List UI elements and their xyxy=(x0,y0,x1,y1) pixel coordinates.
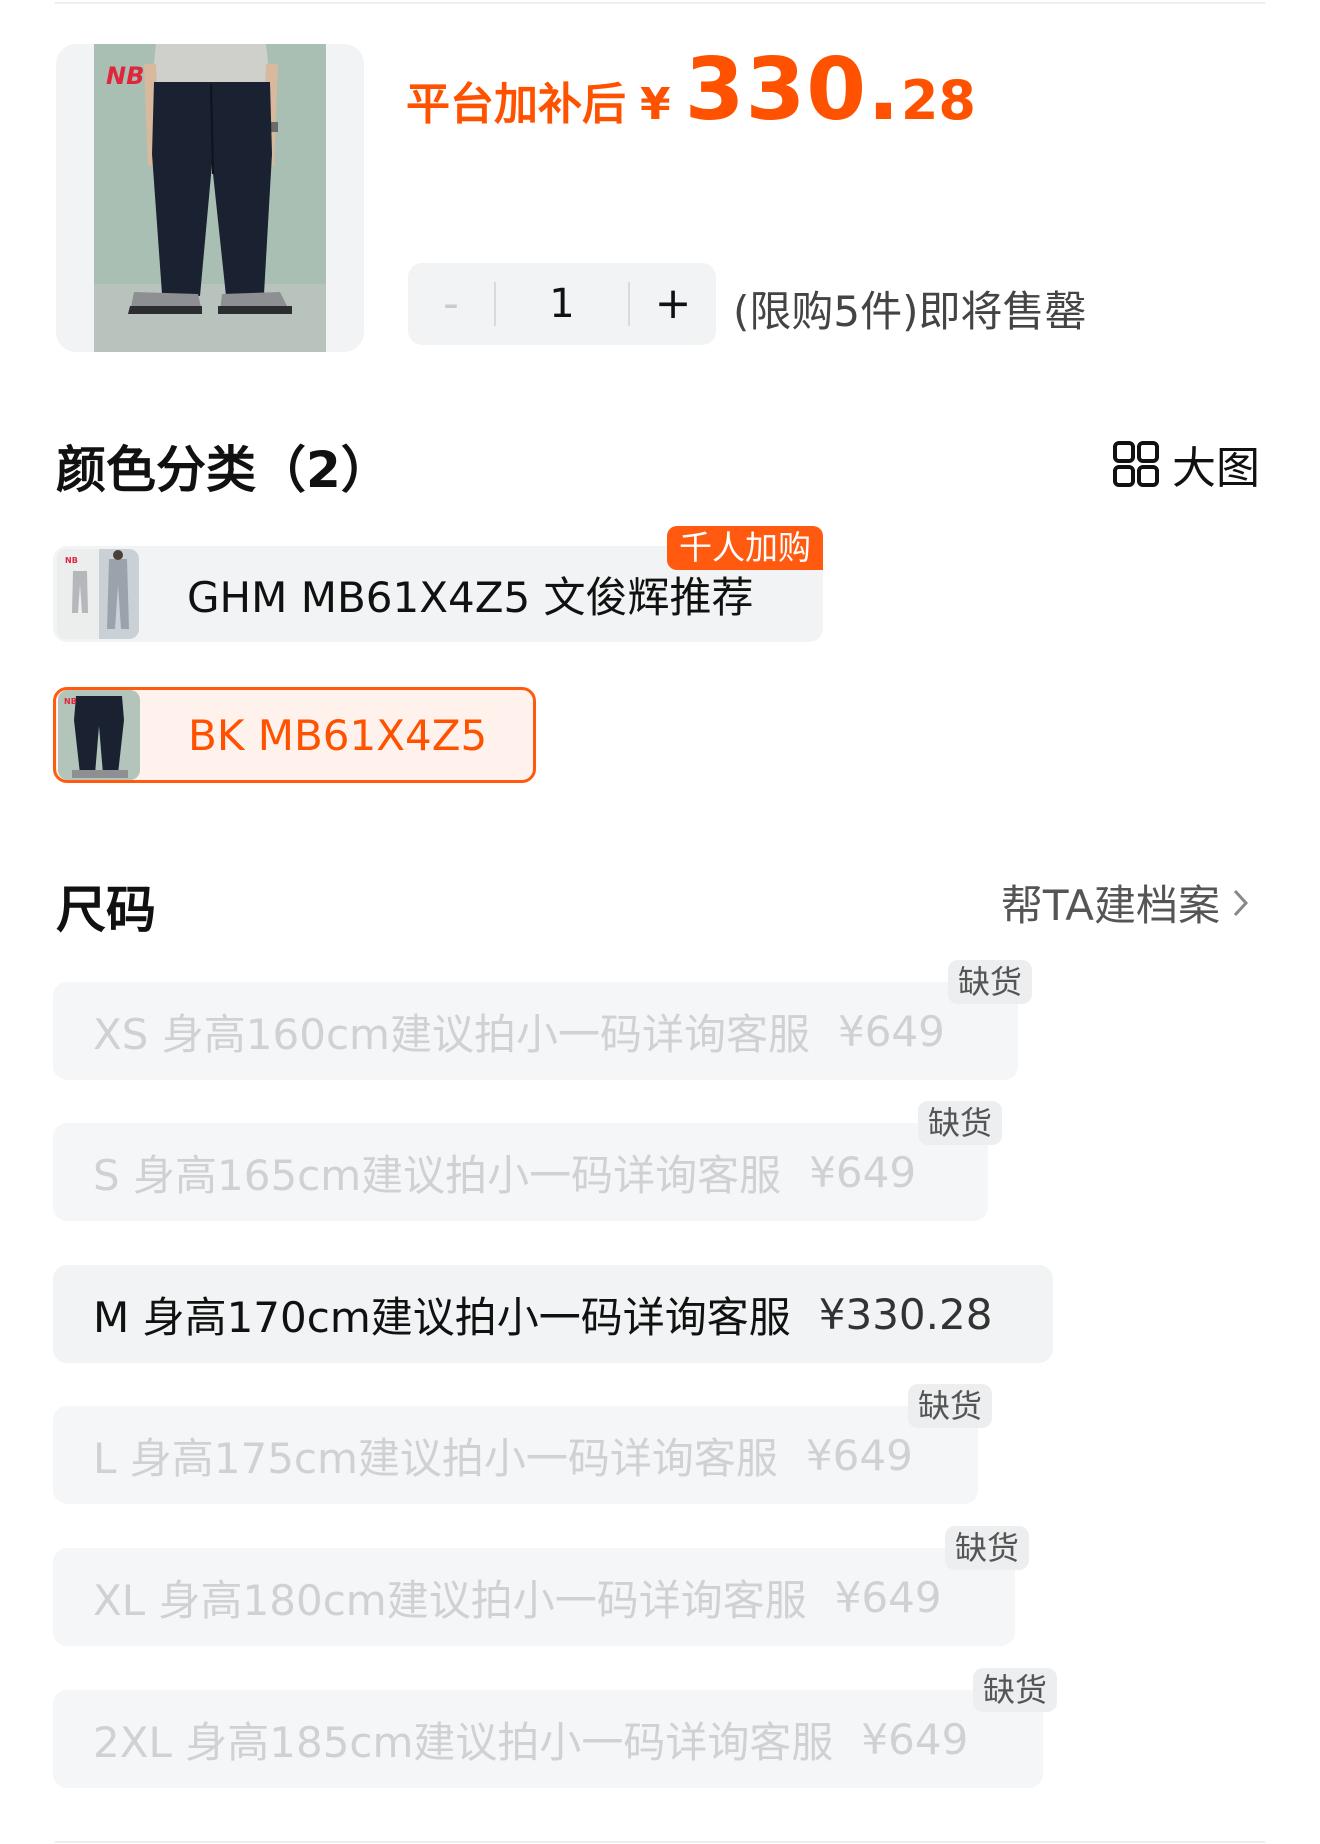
color-option-label: BK MB61X4Z5 xyxy=(188,710,488,760)
color-option-ghm[interactable]: NB GHM MB61X4Z5 文俊辉推荐 千人加购 xyxy=(53,526,823,642)
chevron-right-icon xyxy=(1233,889,1249,916)
size-option-price: ¥649 xyxy=(837,1006,945,1056)
hot-badge: 千人加购 xyxy=(667,526,823,570)
quantity-value[interactable]: 1 xyxy=(496,281,628,327)
size-option-2xl[interactable]: 2XL 身高185cm建议拍小一码详询客服 ¥649 缺货 xyxy=(53,1668,1057,1788)
size-option-s[interactable]: S 身高165cm建议拍小一码详询客服 ¥649 缺货 xyxy=(53,1101,1002,1221)
size-option-l[interactable]: L 身高175cm建议拍小一码详询客服 ¥649 缺货 xyxy=(53,1384,992,1504)
big-image-toggle[interactable]: 大图 xyxy=(1112,432,1260,496)
size-option-label: S 身高165cm建议拍小一码详询客服 xyxy=(93,1150,782,1200)
price-prefix: 平台加补后 xyxy=(406,79,626,130)
color-thumbnail: NB xyxy=(57,549,139,639)
top-divider xyxy=(55,2,1265,4)
color-thumbnail-image: NB xyxy=(57,549,139,639)
size-option-label: L 身高175cm建议拍小一码详询客服 xyxy=(93,1433,778,1483)
price: 平台加补后 ¥ 330. 28 xyxy=(406,40,976,140)
out-of-stock-badge: 缺货 xyxy=(907,1384,992,1428)
quantity-stepper: - 1 + xyxy=(408,263,716,345)
purchase-limit-text: (限购5件)即将售罄 xyxy=(733,287,1087,336)
size-section-title: 尺码 xyxy=(56,881,156,939)
create-profile-link[interactable]: 帮TA建档案 xyxy=(1001,872,1252,933)
out-of-stock-badge: 缺货 xyxy=(947,960,1032,1004)
grid-icon xyxy=(1113,441,1159,487)
bottom-divider xyxy=(55,1841,1265,1843)
size-option-label: XS 身高160cm建议拍小一码详询客服 xyxy=(93,1009,810,1059)
create-profile-label: 帮TA建档案 xyxy=(1000,881,1220,930)
size-option-price: ¥649 xyxy=(805,1430,913,1480)
svg-text:NB: NB xyxy=(64,697,77,706)
price-integer: 330. xyxy=(684,40,901,140)
svg-text:NB: NB xyxy=(65,556,78,565)
size-option-xs[interactable]: XS 身高160cm建议拍小一码详询客服 ¥649 缺货 xyxy=(53,960,1032,1080)
size-option-price: ¥649 xyxy=(809,1147,917,1197)
increase-button[interactable]: + xyxy=(630,263,716,345)
decrease-button[interactable]: - xyxy=(408,263,494,345)
color-option-label: GHM MB61X4Z5 文俊辉推荐 xyxy=(187,572,754,622)
color-thumbnail: NB xyxy=(58,690,140,780)
out-of-stock-badge: 缺货 xyxy=(972,1668,1057,1712)
product-image[interactable]: NB xyxy=(56,44,364,352)
out-of-stock-badge: 缺货 xyxy=(917,1101,1002,1145)
color-option-bk[interactable]: NB BK MB61X4Z5 xyxy=(53,687,536,783)
size-option-label: M 身高170cm建议拍小一码详询客服 xyxy=(93,1292,791,1342)
big-image-label: 大图 xyxy=(1172,443,1260,494)
color-thumbnail-image: NB xyxy=(58,690,140,780)
size-option-m[interactable]: M 身高170cm建议拍小一码详询客服 ¥330.28 xyxy=(53,1265,1053,1363)
price-decimal: 28 xyxy=(900,69,976,132)
size-option-price: ¥330.28 xyxy=(818,1289,993,1339)
size-option-xl[interactable]: XL 身高180cm建议拍小一码详询客服 ¥649 缺货 xyxy=(53,1526,1029,1646)
price-currency: ¥ xyxy=(640,79,671,130)
size-option-label: XL 身高180cm建议拍小一码详询客服 xyxy=(93,1575,807,1625)
size-option-price: ¥649 xyxy=(861,1714,969,1764)
color-section-title: 颜色分类（2） xyxy=(56,441,391,499)
size-option-price: ¥649 xyxy=(834,1572,942,1622)
size-option-label: 2XL 身高185cm建议拍小一码详询客服 xyxy=(93,1717,834,1767)
out-of-stock-badge: 缺货 xyxy=(944,1526,1029,1570)
product-photo xyxy=(94,44,326,352)
brand-logo: NB xyxy=(106,62,145,90)
